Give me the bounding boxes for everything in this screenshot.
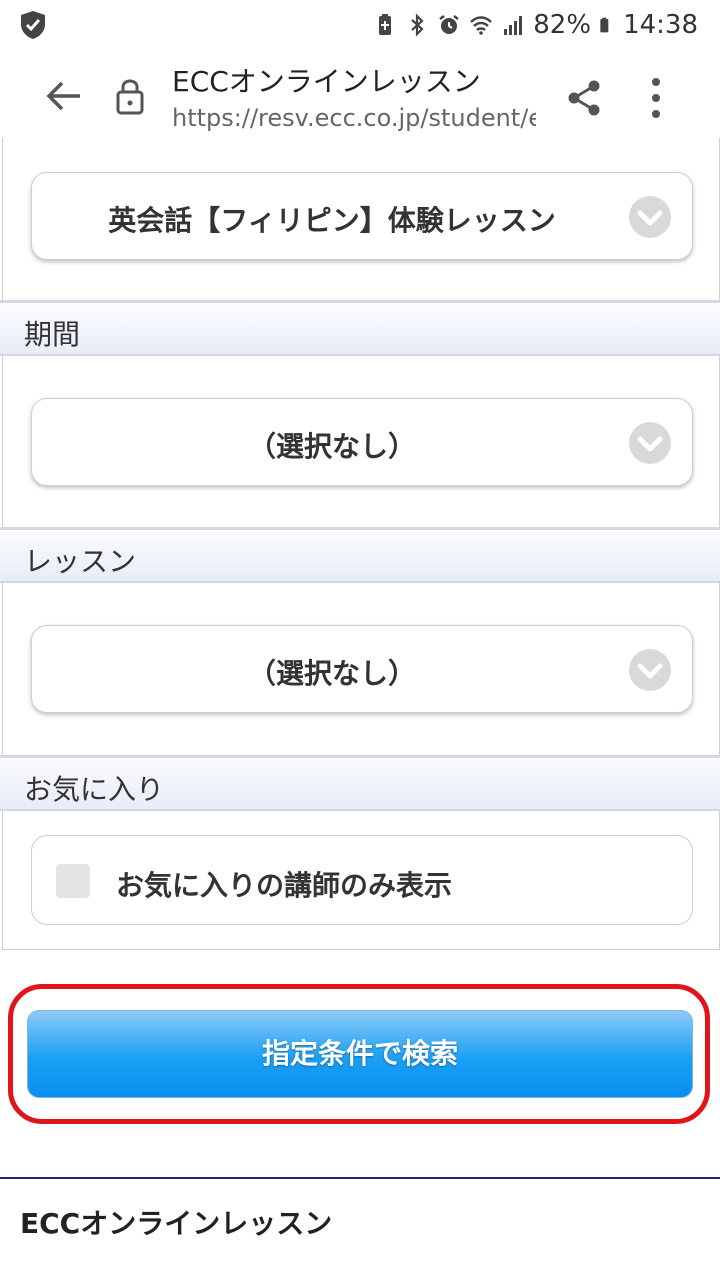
favorite-heading: お気に入り [24,773,165,806]
chevron-down-icon [629,422,671,464]
battery-saver-icon [379,14,392,35]
alarm-icon [439,15,460,34]
clock: 14:38 [623,10,698,40]
favorite-checkbox[interactable] [56,864,90,898]
signal-icon [504,16,523,35]
section-header-favorite: お気に入り [0,755,720,811]
lesson-panel: （選択なし） [2,583,720,756]
course-select-value: 英会話【フィリピン】体験レッスン [108,204,556,237]
page-title[interactable]: ECCオンラインレッスン [172,60,481,100]
lock-icon[interactable] [114,76,146,116]
share-icon[interactable] [566,78,602,118]
bluetooth-icon [411,13,424,37]
favorite-panel: お気に入りの講師のみ表示 [2,811,720,950]
wifi-icon [470,16,493,35]
period-heading: 期間 [24,318,81,351]
chevron-down-icon [629,649,671,691]
lesson-select[interactable]: （選択なし） [31,625,693,713]
footer-brand[interactable]: ECCオンラインレッスン [20,1202,332,1242]
search-button[interactable]: 指定条件で検索 [27,1010,693,1098]
period-panel: （選択なし） [2,356,720,528]
chevron-down-icon [629,196,671,238]
lesson-select-value: （選択なし） [247,657,416,690]
battery-icon [600,17,609,33]
status-icons: 82% 14:38 [373,6,698,44]
more-vert-icon[interactable] [644,76,668,120]
section-header-lesson: レッスン [0,527,720,583]
course-select[interactable]: 英会話【フィリピン】体験レッスン [31,172,693,260]
back-arrow-icon[interactable] [44,76,84,116]
footer-divider [0,1177,720,1179]
period-select[interactable]: （選択なし） [31,398,693,486]
section-header-period: 期間 [0,300,720,356]
favorite-teacher-option[interactable]: お気に入りの講師のみ表示 [31,835,693,925]
battery-percent: 82% [533,10,592,40]
lesson-heading: レッスン [24,545,137,578]
course-panel: 英会話【フィリピン】体験レッスン [2,138,720,301]
page-content: 英会話【フィリピン】体験レッスン 期間 （選択なし） レッスン （選択なし） お… [0,138,720,1280]
favorite-checkbox-label[interactable]: お気に入りの講師のみ表示 [116,864,452,904]
browser-toolbar: ECCオンラインレッスン https://resv.ecc.co.jp/stud… [0,50,720,138]
url-bar[interactable]: https://resv.ecc.co.jp/student/e [172,104,536,132]
period-select-value: （選択なし） [247,430,416,463]
status-bar: 82% 14:38 [0,0,720,50]
shield-icon [21,11,45,39]
